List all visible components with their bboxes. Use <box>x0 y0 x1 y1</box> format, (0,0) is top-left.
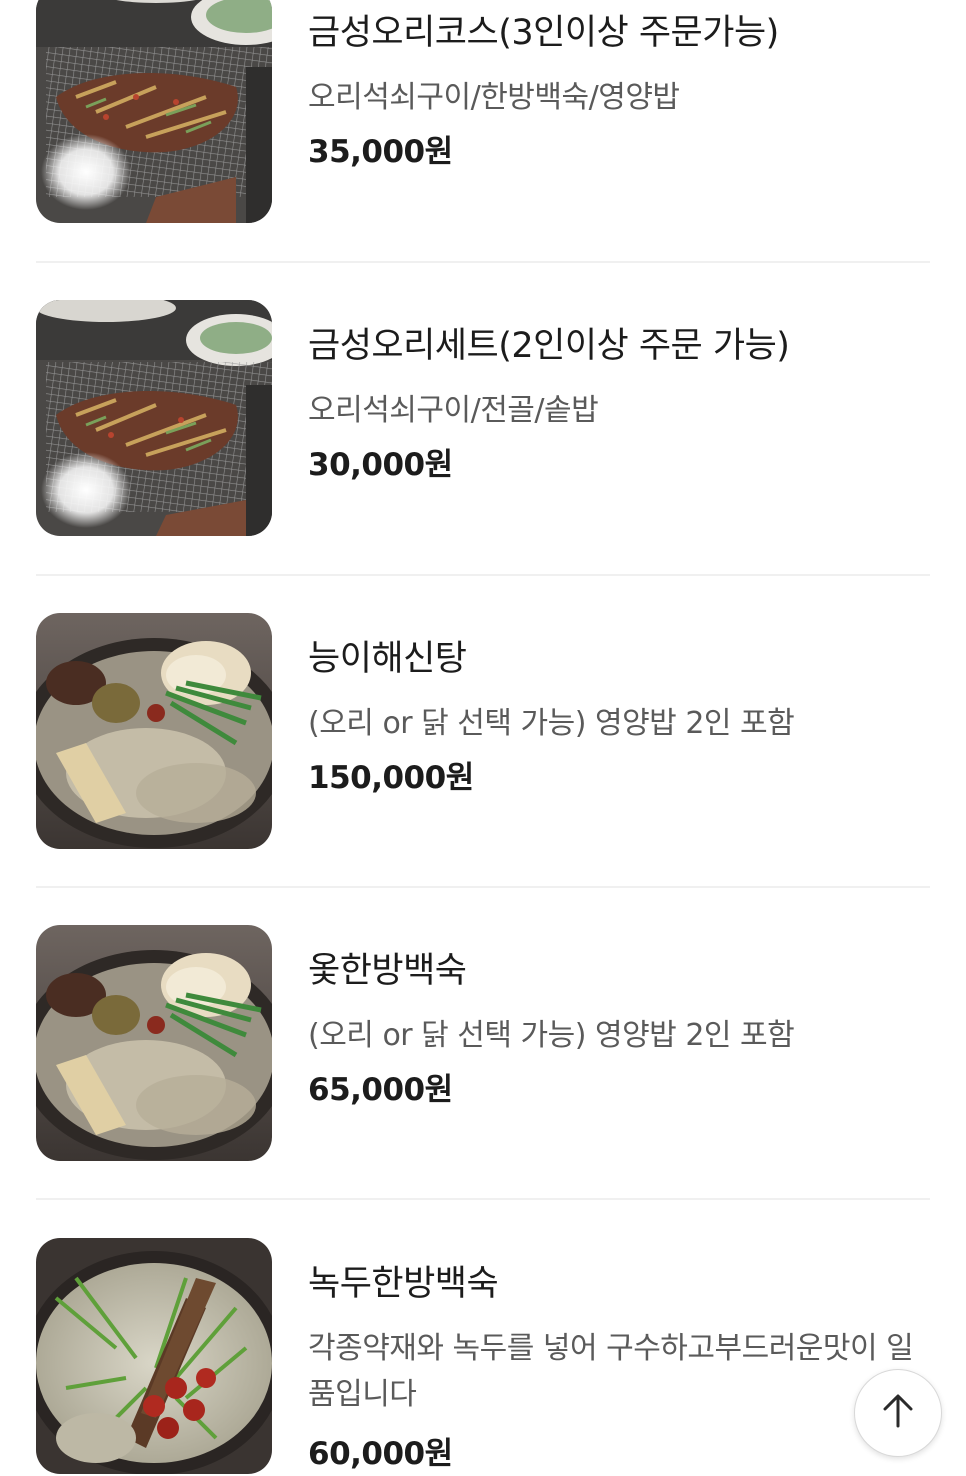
menu-item-name: 금성오리세트(2인이상 주문 가능) <box>308 326 790 366</box>
menu-item[interactable]: 옻한방백숙 (오리 or 닭 선택 가능) 영양밥 2인 포함 65,000원 <box>36 925 930 1161</box>
menu-item-description: (오리 or 닭 선택 가능) 영양밥 2인 포함 <box>308 1018 795 1053</box>
arrow-up-icon <box>878 1391 918 1435</box>
herbal-duck-soup-photo <box>36 613 272 849</box>
menu-item-price: 30,000원 <box>308 447 453 483</box>
menu-item[interactable]: 녹두한방백숙 각종약재와 녹두를 넣어 구수하고부드러운맛이 일품입니다 60,… <box>36 1238 930 1474</box>
divider <box>36 1198 930 1200</box>
menu-item-name: 녹두한방백숙 <box>308 1264 499 1304</box>
menu-item[interactable]: 금성오리세트(2인이상 주문 가능) 오리석쇠구이/전골/솥밥 30,000원 <box>36 300 930 536</box>
menu-item-name: 능이해신탕 <box>308 639 467 679</box>
menu-item-description: 오리석쇠구이/한방백숙/영양밥 <box>308 80 680 115</box>
scroll-to-top-button[interactable] <box>854 1369 942 1457</box>
mungbean-chicken-soup-photo <box>36 1238 272 1474</box>
menu-item-name: 옻한방백숙 <box>308 951 467 991</box>
menu-item-price: 35,000원 <box>308 134 453 170</box>
menu-item-price: 150,000원 <box>308 760 474 796</box>
grilled-duck-photo <box>36 300 272 536</box>
divider <box>36 261 930 263</box>
menu-item-description: (오리 or 닭 선택 가능) 영양밥 2인 포함 <box>308 706 795 741</box>
divider <box>36 574 930 576</box>
menu-item-price: 60,000원 <box>308 1436 453 1472</box>
menu-item[interactable]: 능이해신탕 (오리 or 닭 선택 가능) 영양밥 2인 포함 150,000원 <box>36 613 930 849</box>
menu-item-name: 금성오리코스(3인이상 주문가능) <box>308 13 779 53</box>
menu-item-description: 오리석쇠구이/전골/솥밥 <box>308 393 599 428</box>
menu-list: 금성오리코스(3인이상 주문가능) 오리석쇠구이/한방백숙/영양밥 35,000… <box>0 0 966 1474</box>
menu-item[interactable]: 금성오리코스(3인이상 주문가능) 오리석쇠구이/한방백숙/영양밥 35,000… <box>36 0 930 223</box>
grilled-duck-photo <box>36 0 272 223</box>
menu-item-price: 65,000원 <box>308 1072 453 1108</box>
divider <box>36 886 930 888</box>
herbal-duck-soup-photo <box>36 925 272 1161</box>
menu-item-description: 각종약재와 녹두를 넣어 구수하고부드러운맛이 일품입니다 <box>308 1331 914 1412</box>
